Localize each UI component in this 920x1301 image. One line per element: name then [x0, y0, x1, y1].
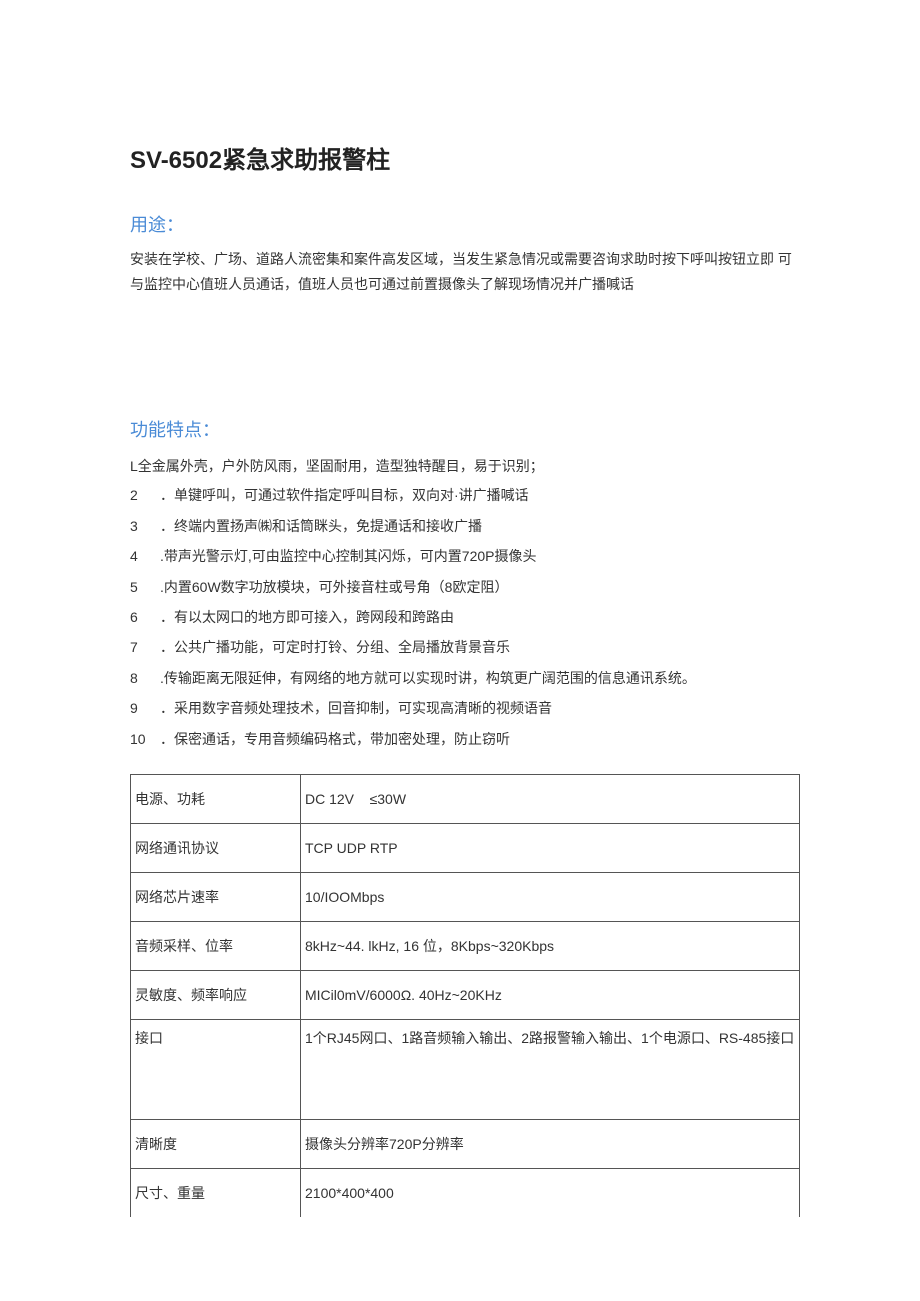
page-title: SV-6502紧急求助报警柱: [130, 140, 800, 175]
spec-value: 10/IOOMbps: [301, 872, 800, 921]
feature-text: .带声光警示灯,可由监控中心控制其闪烁，可内置720P摄像头: [160, 545, 800, 567]
spec-value: DC 12V ≤30W: [301, 774, 800, 823]
table-row: 音频采样、位率8kHz~44. lkHz, 16 位，8Kbps~320Kbps: [131, 921, 800, 970]
feature-item: 5.内置60W数字功放模块，可外接音柱或号角（8欧定阻）: [130, 572, 800, 602]
table-row: 灵敏度、频率响应MICil0mV/6000Ω. 40Hz~20KHz: [131, 970, 800, 1019]
spec-value: 1个RJ45网口、1路音频输入输出、2路报警输入输出、1个电源口、RS-485接…: [301, 1019, 800, 1119]
spec-label: 电源、功耗: [131, 774, 301, 823]
feature-item: 10．保密通话，专用音频编码格式，带加密处理，防止窃听: [130, 724, 800, 754]
feature-number: 6: [130, 606, 160, 628]
spec-label: 音频采样、位率: [131, 921, 301, 970]
feature-item: 9．采用数字音频处理技术，回音抑制，可实现高清晰的视频语音: [130, 693, 800, 723]
table-row: 尺寸、重量2100*400*400: [131, 1168, 800, 1217]
feature-number: 3: [130, 515, 160, 537]
spec-value: 2100*400*400: [301, 1168, 800, 1217]
feature-number: 9: [130, 697, 160, 719]
feature-text: ．公共广播功能，可定时打铃、分组、全局播放背景音乐: [160, 636, 800, 658]
spec-label: 接口: [131, 1019, 301, 1119]
feature-text: ．采用数字音频处理技术，回音抑制，可实现高清晰的视频语音: [160, 697, 800, 719]
feature-item: 3．终端内置扬声㈱和话筒眯头，免提通话和接收广播: [130, 511, 800, 541]
table-row: 清晰度摄像头分辨率720P分辨率: [131, 1119, 800, 1168]
spec-label: 尺寸、重量: [131, 1168, 301, 1217]
feature-number: 10: [130, 728, 160, 750]
spec-label: 网络芯片速率: [131, 872, 301, 921]
spec-value: 8kHz~44. lkHz, 16 位，8Kbps~320Kbps: [301, 921, 800, 970]
spec-value: TCP UDP RTP: [301, 823, 800, 872]
features-heading: 功能特点：: [130, 416, 800, 442]
feature-item: 2．单键呼叫，可通过软件指定呼叫目标，双向对·讲广播喊话: [130, 480, 800, 510]
table-row: 电源、功耗DC 12V ≤30W: [131, 774, 800, 823]
feature-text: .内置60W数字功放模块，可外接音柱或号角（8欧定阻）: [160, 576, 800, 598]
table-row: 接口1个RJ45网口、1路音频输入输出、2路报警输入输出、1个电源口、RS-48…: [131, 1019, 800, 1119]
feature-item: 7．公共广播功能，可定时打铃、分组、全局播放背景音乐: [130, 632, 800, 662]
feature-item-first: L全金属外壳，户外防风雨，坚固耐用，造型独特醒目，易于识别；: [130, 452, 800, 480]
feature-item: 6．有以太网口的地方即可接入，跨网段和跨路由: [130, 602, 800, 632]
usage-heading: 用途：: [130, 211, 800, 237]
table-row: 网络通讯协议TCP UDP RTP: [131, 823, 800, 872]
spec-table: 电源、功耗DC 12V ≤30W网络通讯协议TCP UDP RTP网络芯片速率1…: [130, 774, 800, 1217]
usage-text: 安装在学校、广场、道路人流密集和案件高发区域，当发生紧急情况或需要咨询求助时按下…: [130, 247, 800, 296]
spec-value: MICil0mV/6000Ω. 40Hz~20KHz: [301, 970, 800, 1019]
feature-number: 5: [130, 576, 160, 598]
spec-label: 灵敏度、频率响应: [131, 970, 301, 1019]
feature-number: 8: [130, 667, 160, 689]
spec-value: 摄像头分辨率720P分辨率: [301, 1119, 800, 1168]
spec-label: 网络通讯协议: [131, 823, 301, 872]
features-list: L全金属外壳，户外防风雨，坚固耐用，造型独特醒目，易于识别； 2．单键呼叫，可通…: [130, 452, 800, 754]
feature-text: ．保密通话，专用音频编码格式，带加密处理，防止窃听: [160, 728, 800, 750]
feature-number: 7: [130, 636, 160, 658]
feature-item: 4.带声光警示灯,可由监控中心控制其闪烁，可内置720P摄像头: [130, 541, 800, 571]
feature-text: .传输距离无限延伸，有网络的地方就可以实现时讲，构筑更广阔范围的信息通讯系统。: [160, 667, 800, 689]
feature-text: ．终端内置扬声㈱和话筒眯头，免提通话和接收广播: [160, 515, 800, 537]
feature-number: 2: [130, 484, 160, 506]
table-row: 网络芯片速率10/IOOMbps: [131, 872, 800, 921]
feature-text: ．单键呼叫，可通过软件指定呼叫目标，双向对·讲广播喊话: [160, 484, 800, 506]
feature-text: ．有以太网口的地方即可接入，跨网段和跨路由: [160, 606, 800, 628]
document-page: SV-6502紧急求助报警柱 用途： 安装在学校、广场、道路人流密集和案件高发区…: [0, 0, 920, 1277]
spec-label: 清晰度: [131, 1119, 301, 1168]
feature-number: 4: [130, 545, 160, 567]
feature-item: 8.传输距离无限延伸，有网络的地方就可以实现时讲，构筑更广阔范围的信息通讯系统。: [130, 663, 800, 693]
